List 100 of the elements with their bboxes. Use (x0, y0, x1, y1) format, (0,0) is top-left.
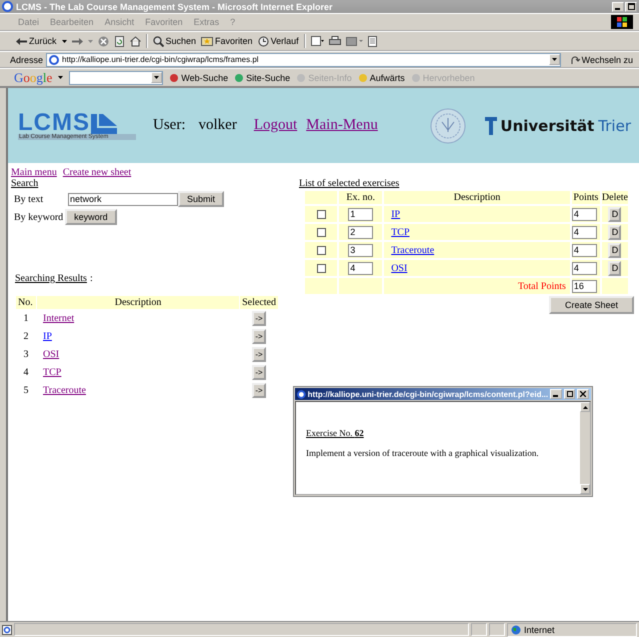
total-points-label: Total Points (518, 280, 566, 292)
selected-list-heading: List of selected exercises (299, 178, 400, 189)
document-icon[interactable] (368, 36, 377, 46)
search-heading: Search (11, 178, 40, 189)
delete-button[interactable]: D (608, 206, 622, 222)
exercise-link[interactable]: OSI (43, 348, 60, 360)
keyword-button[interactable]: keyword (65, 209, 117, 225)
points-field[interactable]: 4 (572, 262, 597, 274)
exercise-link[interactable]: IP (43, 330, 52, 342)
page-icon (2, 624, 12, 634)
exercise-link[interactable]: TCP (391, 226, 410, 238)
toolbar-button[interactable]: Suchen (152, 36, 196, 46)
dropdown-caret-icon[interactable] (58, 76, 64, 79)
header-link[interactable]: Main-Menu (306, 117, 378, 134)
refresh-icon[interactable] (114, 36, 125, 46)
column-header: Points (572, 191, 600, 204)
status-panel (471, 623, 487, 636)
points-field[interactable]: 4 (572, 208, 597, 220)
scroll-down-arrow-icon[interactable] (582, 488, 588, 490)
forward-arrow-icon[interactable] (72, 36, 83, 46)
google-toolbar-button[interactable]: Aufwärts (358, 72, 405, 82)
exercise-link[interactable]: IP (391, 208, 400, 220)
stop-icon[interactable] (98, 36, 109, 46)
delete-button[interactable]: D (608, 260, 622, 276)
header-link[interactable]: Logout (254, 117, 298, 134)
select-button[interactable]: -> (252, 364, 266, 380)
exercise-link[interactable]: Traceroute (43, 384, 86, 396)
google-search-field[interactable] (69, 70, 164, 84)
dropdown-arrow-icon[interactable] (552, 58, 557, 61)
points-field[interactable]: 4 (572, 244, 597, 256)
printer-icon[interactable] (328, 36, 341, 46)
logo-text: LCMS (18, 112, 90, 134)
row-number: 3 (22, 348, 30, 362)
row-number: 4 (22, 366, 30, 380)
user-name: volker (198, 117, 237, 134)
search-text-field[interactable]: network (68, 192, 178, 206)
results-heading: Searching Results (15, 273, 87, 284)
star-folder-icon (201, 36, 214, 46)
google-toolbar-button[interactable]: Site-Suche (234, 72, 290, 82)
delete-button[interactable]: D (608, 224, 622, 240)
status-panel (489, 623, 505, 636)
google-toolbar-button[interactable]: Web-Suche (169, 72, 228, 82)
exercise-number-field[interactable]: 3 (348, 244, 374, 256)
search-icon (152, 36, 164, 46)
exercise-link[interactable]: Internet (43, 312, 74, 324)
scrollbar[interactable] (580, 402, 590, 494)
nav-link[interactable]: Create new sheet (62, 167, 132, 178)
by-text-label: By text (13, 194, 44, 204)
column-header: Delete (602, 191, 628, 204)
university-name: Universität (500, 116, 594, 134)
home-icon[interactable] (130, 36, 141, 46)
create-sheet-button[interactable]: Create Sheet (548, 296, 634, 314)
dropdown-caret-icon[interactable] (62, 40, 67, 42)
select-button[interactable]: -> (252, 310, 266, 326)
checkbox[interactable] (316, 210, 326, 219)
university-logo-icon (485, 116, 498, 134)
exercise-number-field[interactable]: 2 (348, 226, 374, 238)
column-header: Ex. no. (339, 191, 382, 204)
close-button[interactable] (577, 389, 589, 399)
exercise-link[interactable]: Traceroute (391, 244, 434, 256)
submit-button[interactable]: Submit (178, 191, 224, 207)
exercise-heading: Exercise No. 62 (306, 428, 365, 438)
total-points-field[interactable]: 16 (572, 280, 597, 292)
go-arrow-icon (570, 54, 580, 64)
checkbox[interactable] (316, 246, 326, 255)
popup-title: http://kalliope.uni-trier.de/cgi-bin/cgiwrap/lcms/content.pl?eid... (308, 390, 548, 398)
google-logo[interactable]: Google (14, 70, 52, 86)
points-field[interactable]: 4 (572, 226, 597, 238)
row-number: 5 (22, 384, 30, 398)
address-label: Adresse (10, 54, 44, 64)
checkbox[interactable] (316, 264, 326, 273)
maximize-icon (566, 391, 573, 397)
exercise-link[interactable]: TCP (43, 366, 62, 378)
exercise-number-field[interactable]: 4 (348, 262, 374, 274)
column-header: Description (37, 296, 240, 309)
minimize-button[interactable] (612, 2, 624, 12)
exercise-link[interactable]: OSI (391, 262, 408, 274)
minimize-button[interactable] (550, 389, 562, 399)
page-icon (49, 54, 60, 64)
toolbar-button[interactable]: Favoriten (201, 36, 253, 46)
select-button[interactable]: -> (252, 346, 266, 362)
row-number: 1 (22, 312, 30, 326)
select-button[interactable]: -> (252, 328, 266, 344)
address-field[interactable]: http://kalliope.uni-trier.de/cgi-bin/cgiwrap/lcms/frames.pl (46, 52, 561, 66)
maximize-button[interactable] (564, 389, 576, 399)
toolbar-button[interactable]: Zurück (16, 36, 57, 46)
seal-icon (430, 108, 466, 144)
back-arrow-icon (16, 36, 27, 46)
close-icon (580, 391, 586, 397)
delete-button[interactable]: D (608, 242, 622, 258)
checkbox[interactable] (316, 228, 326, 237)
nav-link[interactable]: Main menu (11, 167, 57, 178)
select-button[interactable]: -> (252, 382, 266, 398)
dropdown-arrow-icon[interactable] (154, 76, 160, 78)
toolbar-button[interactable]: Verlauf (258, 36, 299, 46)
maximize-button[interactable] (625, 2, 637, 12)
exercise-number-field[interactable]: 1 (348, 208, 374, 220)
maximize-icon (628, 3, 634, 10)
go-button[interactable]: Wechseln zu (570, 54, 633, 64)
scroll-up-arrow-icon[interactable] (582, 406, 588, 408)
